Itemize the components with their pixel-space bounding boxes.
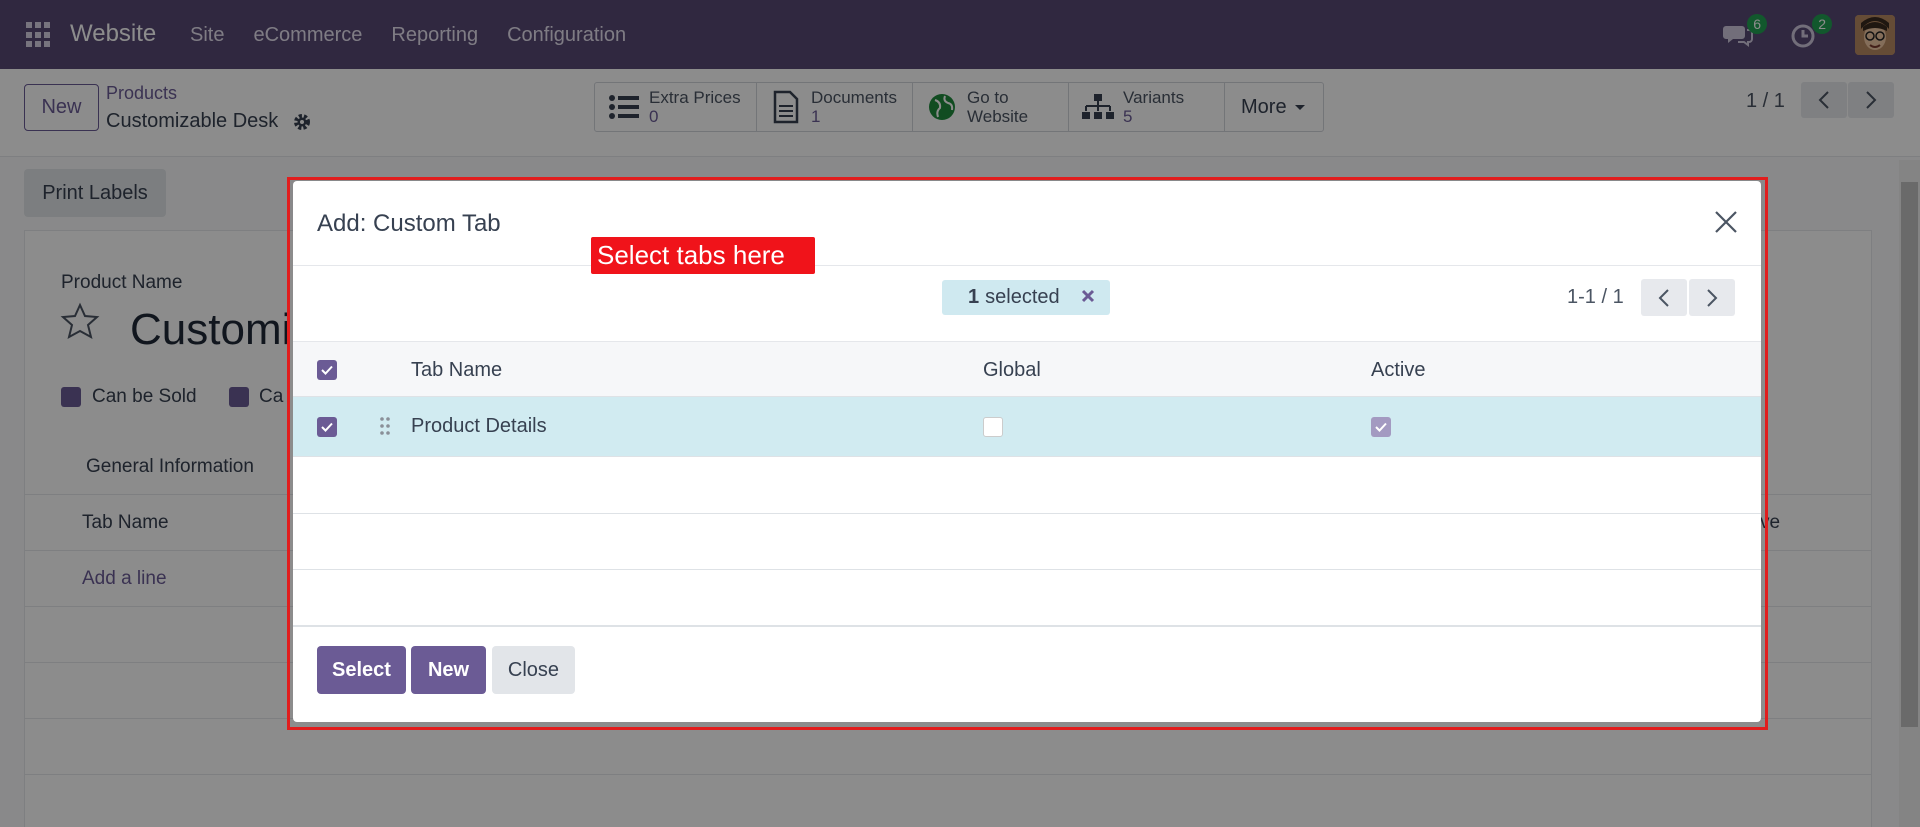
dialog-pager-prev[interactable] xyxy=(1641,279,1687,316)
clear-selection-icon[interactable] xyxy=(1078,286,1098,306)
col-header-global[interactable]: Global xyxy=(983,359,1041,382)
col-header-active[interactable]: Active xyxy=(1371,359,1425,382)
dialog-footer: Select New Close xyxy=(293,626,1761,722)
dialog-title: Add: Custom Tab xyxy=(317,210,501,237)
dialog-header-divider xyxy=(293,265,1761,266)
close-icon[interactable] xyxy=(1713,209,1739,235)
chevron-right-icon xyxy=(1707,288,1718,307)
col-header-tab-name[interactable]: Tab Name xyxy=(411,359,502,382)
cell-active-checkbox xyxy=(1371,417,1391,437)
row-select-checkbox[interactable] xyxy=(317,417,337,437)
dialog-pager: 1-1 / 1 xyxy=(1567,286,1624,308)
table-row[interactable]: Product Details xyxy=(293,397,1761,457)
dialog-pager-next[interactable] xyxy=(1689,279,1735,316)
selected-count: 1 xyxy=(968,286,980,308)
checkmark-icon xyxy=(1375,422,1387,432)
checkmark-icon xyxy=(321,365,333,375)
drag-handle-icon[interactable] xyxy=(379,416,391,436)
cell-tab-name: Product Details xyxy=(411,415,547,437)
close-button[interactable]: Close xyxy=(492,646,575,694)
chevron-left-icon xyxy=(1658,288,1669,307)
cell-global-checkbox xyxy=(983,417,1003,437)
table-header: Tab Name Global Active xyxy=(293,341,1761,397)
empty-row xyxy=(293,570,1761,626)
selected-label: selected xyxy=(985,286,1060,308)
empty-row xyxy=(293,458,1761,514)
select-button[interactable]: Select xyxy=(317,646,406,694)
annotation-callout: Select tabs here xyxy=(591,237,815,274)
checkmark-icon xyxy=(321,422,333,432)
select-all-checkbox[interactable] xyxy=(317,360,337,380)
selection-badge: 1 selected xyxy=(942,280,1110,315)
new-button[interactable]: New xyxy=(411,646,486,694)
add-custom-tab-dialog: Add: Custom Tab Select tabs here 1 selec… xyxy=(293,181,1761,722)
empty-row xyxy=(293,514,1761,570)
